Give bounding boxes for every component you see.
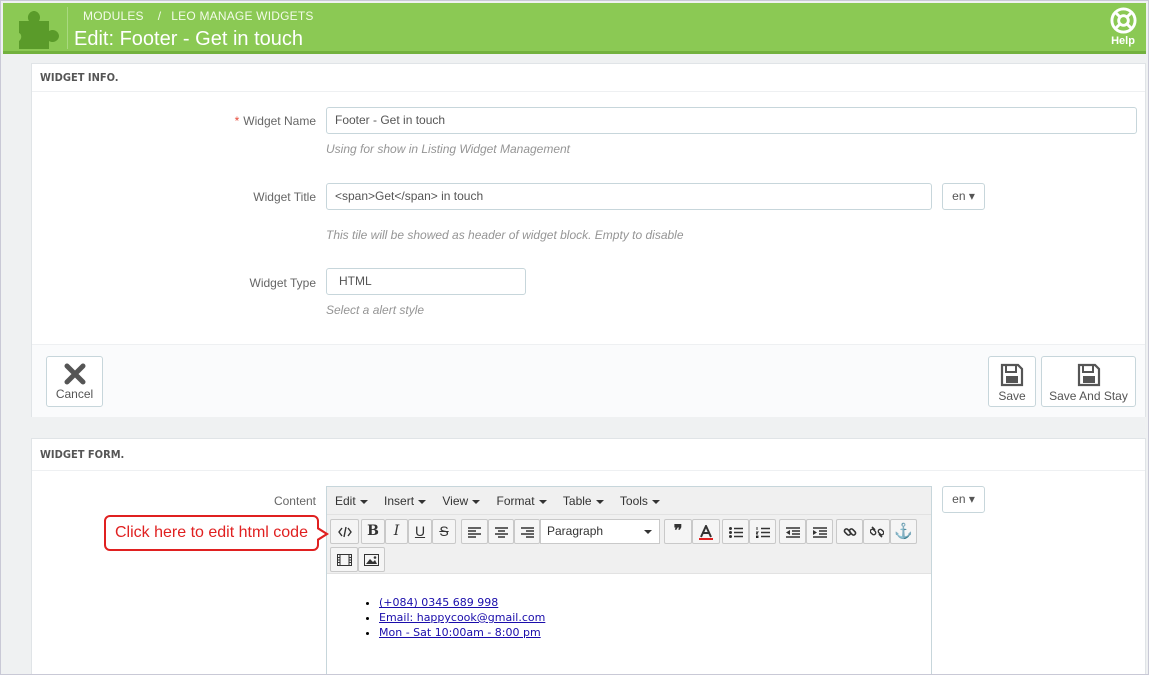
save-button[interactable]: Save xyxy=(988,356,1036,407)
menu-edit[interactable]: Edit xyxy=(335,487,368,515)
unlink-icon[interactable] xyxy=(863,519,890,544)
strikethrough-icon[interactable]: S xyxy=(432,519,456,544)
annotation-callout: Click here to edit html code xyxy=(104,515,329,551)
save-label: Save xyxy=(998,389,1026,403)
title-language-value: en xyxy=(952,189,966,203)
menu-view[interactable]: View xyxy=(442,487,480,515)
list-item: Mon - Sat 10:00am - 8:00 pm xyxy=(379,625,931,640)
widget-name-input[interactable]: Footer - Get in touch xyxy=(326,107,1137,134)
panel-footer: Cancel Save Save And Stay xyxy=(32,344,1145,417)
widget-title-label: Widget Title xyxy=(253,190,316,204)
widget-info-heading: Widget Info. xyxy=(32,64,1145,92)
content-language-dropdown[interactable]: en ▾ xyxy=(942,486,985,513)
link-icon[interactable] xyxy=(836,519,863,544)
cancel-button[interactable]: Cancel xyxy=(46,356,103,407)
rich-text-editor: Edit Insert View Format Table Tools B I … xyxy=(326,486,932,674)
cancel-label: Cancel xyxy=(55,387,94,401)
breadcrumb-leo-manage-widgets[interactable]: Leo Manage Widgets xyxy=(171,9,313,23)
source-code-icon[interactable] xyxy=(330,519,359,544)
widget-info-panel: Widget Info. * Widget Name Footer - Get i… xyxy=(31,63,1146,417)
breadcrumb-separator: / xyxy=(157,9,162,23)
hours-link[interactable]: Mon - Sat 10:00am - 8:00 pm xyxy=(379,626,541,639)
menu-tools[interactable]: Tools xyxy=(620,487,660,515)
blockquote-icon[interactable]: ❞ xyxy=(664,519,692,544)
content-language-value: en xyxy=(952,492,966,506)
contact-list: (+084) 0345 689 998 Email: happycook@gma… xyxy=(367,595,931,640)
widget-type-select[interactable]: HTML xyxy=(326,268,526,295)
lifebuoy-icon xyxy=(1109,7,1137,34)
menu-table[interactable]: Table xyxy=(563,487,604,515)
menu-insert[interactable]: Insert xyxy=(384,487,426,515)
widget-form-heading: Widget Form. xyxy=(32,439,1145,471)
caret-down-icon: ▾ xyxy=(965,492,975,506)
title-language-dropdown[interactable]: en ▾ xyxy=(942,183,985,210)
required-marker: * xyxy=(234,114,240,128)
editor-content-area[interactable]: (+084) 0345 689 998 Email: happycook@gma… xyxy=(327,574,931,640)
app-frame: Modules / Leo Manage Widgets Edit: Footer … xyxy=(0,0,1149,675)
widget-name-hint: Using for show in Listing Widget Managem… xyxy=(326,142,571,156)
editor-toolbar: B I U S Paragraph ❞ ⚓ xyxy=(327,515,931,574)
floppy-disk-icon xyxy=(1077,363,1100,387)
paragraph-format-select[interactable]: Paragraph xyxy=(540,519,660,544)
align-left-icon[interactable] xyxy=(461,519,488,544)
widget-title-input[interactable]: <span>Get</span> in touch xyxy=(326,183,932,210)
widget-type-hint: Select a alert style xyxy=(326,303,425,317)
puzzle-piece-icon xyxy=(19,11,59,49)
numbered-list-icon[interactable] xyxy=(749,519,776,544)
list-item: Email: happycook@gmail.com xyxy=(379,610,931,625)
widget-type-label: Widget Type xyxy=(249,276,316,290)
italic-icon[interactable]: I xyxy=(385,519,408,544)
breadcrumb: Modules / Leo Manage Widgets xyxy=(83,9,314,23)
menu-format[interactable]: Format xyxy=(497,487,547,515)
indent-icon[interactable] xyxy=(806,519,833,544)
save-and-stay-button[interactable]: Save And Stay xyxy=(1041,356,1136,407)
media-icon[interactable] xyxy=(330,547,358,572)
widget-title-hint: This tile will be showed as header of wi… xyxy=(326,228,684,242)
page-header: Modules / Leo Manage Widgets Edit: Footer … xyxy=(3,3,1146,54)
editor-menubar: Edit Insert View Format Table Tools xyxy=(327,487,931,515)
outdent-icon[interactable] xyxy=(779,519,806,544)
close-icon xyxy=(64,363,85,385)
help-label: Help xyxy=(1111,35,1135,47)
page-title: Edit: Footer - Get in touch xyxy=(74,28,303,50)
widget-form-panel: Widget Form. Content en ▾ Edit Insert Vi… xyxy=(31,438,1146,674)
underline-icon[interactable]: U xyxy=(408,519,432,544)
phone-link[interactable]: (+084) 0345 689 998 xyxy=(379,596,498,609)
widget-name-label: * Widget Name xyxy=(32,114,316,128)
help-button[interactable]: Help xyxy=(1108,7,1138,47)
text-color-icon[interactable] xyxy=(692,519,720,544)
bullet-list-icon[interactable] xyxy=(722,519,749,544)
email-link[interactable]: Email: happycook@gmail.com xyxy=(379,611,545,624)
image-icon[interactable] xyxy=(358,547,385,572)
bold-icon[interactable]: B xyxy=(361,519,385,544)
align-right-icon[interactable] xyxy=(514,519,540,544)
anchor-icon[interactable]: ⚓ xyxy=(890,519,917,544)
widget-name-label-text: Widget Name xyxy=(243,114,316,128)
breadcrumb-modules[interactable]: Modules xyxy=(83,9,144,23)
save-and-stay-label: Save And Stay xyxy=(1049,389,1128,403)
align-center-icon[interactable] xyxy=(488,519,514,544)
header-divider xyxy=(67,7,68,49)
list-item: (+084) 0345 689 998 xyxy=(379,595,931,610)
caret-down-icon: ▾ xyxy=(965,189,975,203)
content-label: Content xyxy=(273,494,316,508)
floppy-disk-icon xyxy=(1000,363,1024,387)
